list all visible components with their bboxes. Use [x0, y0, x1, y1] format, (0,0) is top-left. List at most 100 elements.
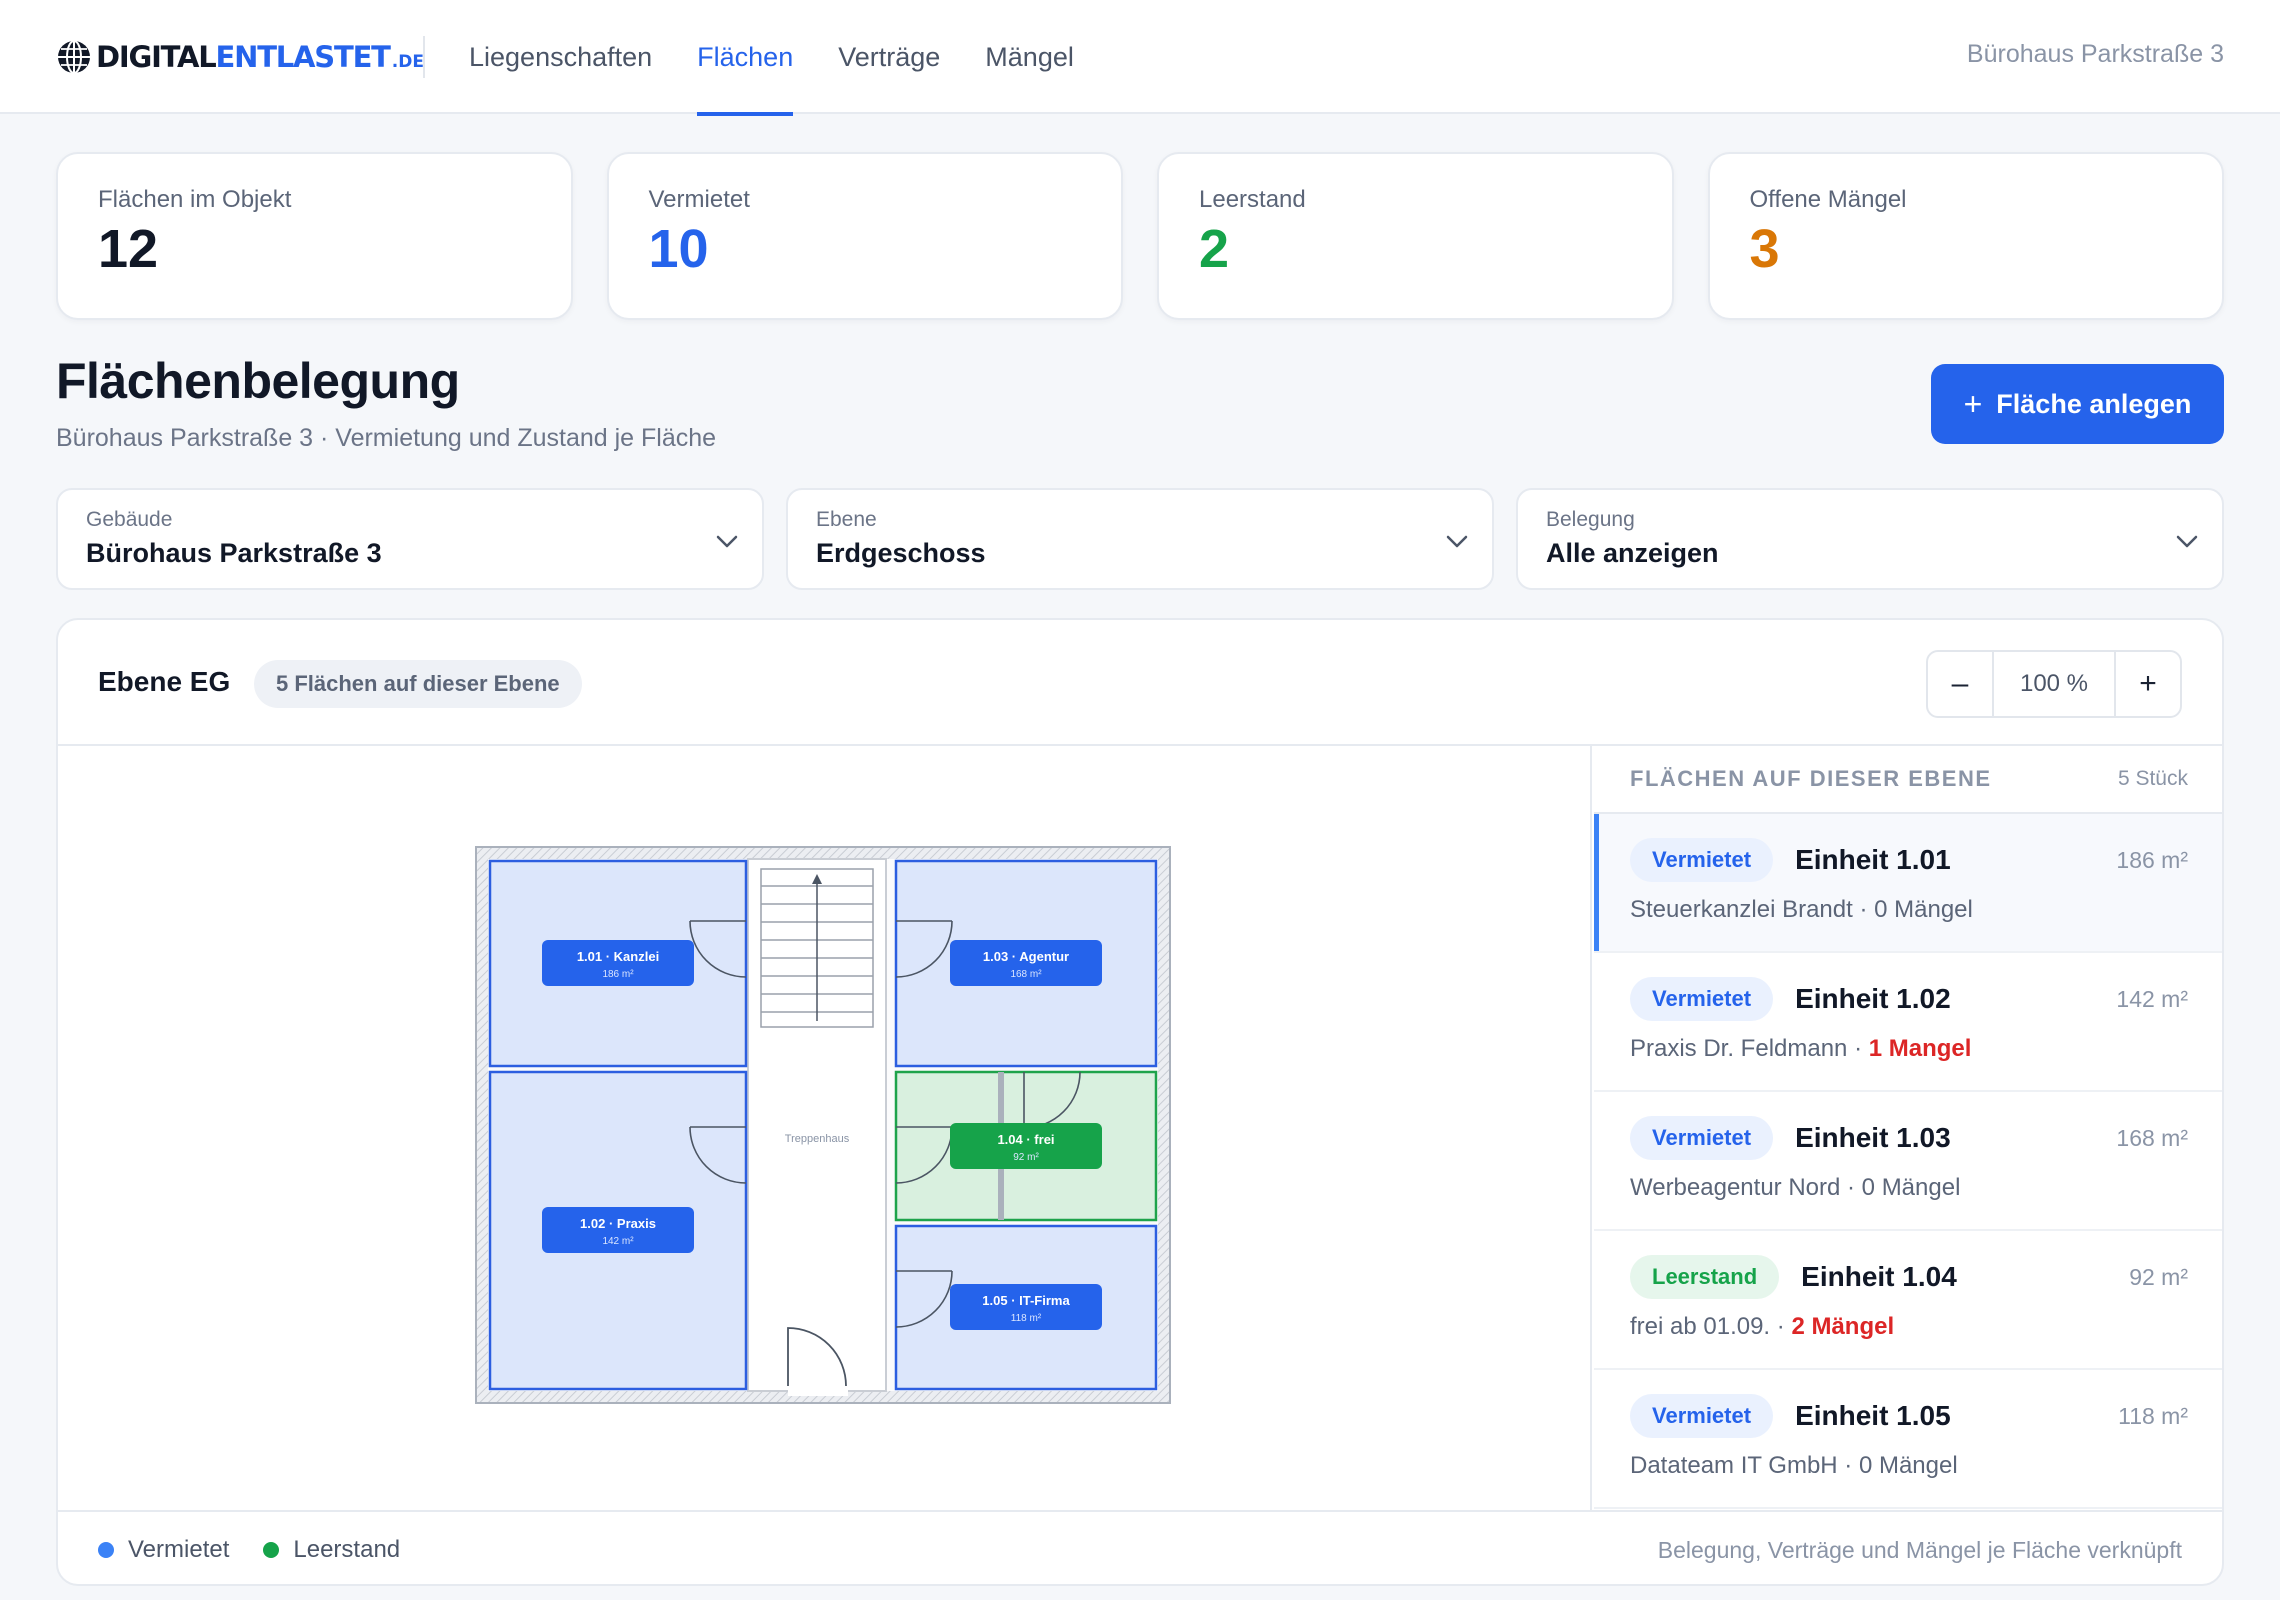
room-label-area: 142 m² — [602, 1236, 634, 1247]
zoom-control: – 100 % + — [1926, 650, 2182, 718]
unit-list-header: FLÄCHEN AUF DIESER EBENE 5 Stück — [1594, 746, 2222, 814]
unit-defects: 0 Mängel — [1858, 1452, 1958, 1479]
stat-value: 10 — [648, 219, 709, 279]
zoom-level: 100 % — [1992, 652, 2116, 716]
nav-divider — [423, 36, 425, 78]
stat-card[interactable]: Flächen im Objekt 12 — [56, 152, 573, 320]
legend-dot-icon — [263, 1542, 280, 1558]
room-label-text: 1.01 · Kanzlei — [577, 949, 659, 964]
zoom-out-button[interactable]: – — [1928, 652, 1992, 716]
filter-value: Bürohaus Parkstraße 3 — [86, 538, 382, 568]
status-badge: Vermietet — [1630, 977, 1774, 1021]
floorplan: Treppenhaus 1.01 · Kanzlei 186 m²1.02 · P… — [475, 846, 1171, 1404]
chevron-down-icon — [1446, 535, 1468, 548]
room-label[interactable]: 1.03 · Agentur 168 m² — [950, 940, 1102, 986]
stat-label: Vermietet — [648, 186, 750, 213]
nav-item-verträge[interactable]: Verträge — [838, 0, 940, 114]
add-area-button[interactable]: + Fläche anlegen — [1931, 364, 2224, 444]
globe-icon — [58, 40, 90, 74]
filter-select[interactable]: Ebene Erdgeschoss — [786, 488, 1494, 590]
main-nav: Liegenschaften Flächen Verträge Mängel — [469, 0, 1119, 116]
panel-footer: Vermietet Leerstand Belegung, Verträge un… — [58, 1510, 2222, 1584]
nav-item-flächen[interactable]: Flächen — [697, 0, 794, 116]
stat-card[interactable]: Offene Mängel 3 — [1707, 152, 2224, 320]
unit-area: 168 m² — [2116, 1124, 2188, 1151]
unit-tenant: Praxis Dr. Feldmann · — [1630, 1035, 1869, 1062]
stat-card[interactable]: Leerstand 2 — [1157, 152, 1674, 320]
unit-row: Vermietet Einheit 1.01 186 m² — [1630, 838, 2188, 882]
unit-details: Steuerkanzlei Brandt · 0 Mängel — [1630, 896, 2188, 924]
floorplan-area: Treppenhaus 1.01 · Kanzlei 186 m² 1.02 ·… — [58, 746, 1592, 1510]
level-title: Ebene EG — [98, 666, 231, 697]
unit-list-title: FLÄCHEN AUF DIESER EBENE — [1630, 766, 1992, 791]
room-label[interactable]: 1.05 · IT-Firma 118 m² — [950, 1284, 1102, 1330]
unit-defects: 1 Mangel — [1868, 1035, 1972, 1062]
unit-list-item[interactable]: Vermietet Einheit 1.02 142 m² Praxis Dr. Fe… — [1594, 953, 2222, 1092]
zoom-in-button[interactable]: + — [2116, 652, 2180, 716]
room-label[interactable]: 1.01 · Kanzlei 186 m² — [542, 940, 694, 986]
add-area-label: Fläche anlegen — [1996, 388, 2192, 419]
unit-name: Einheit 1.05 — [1795, 1400, 1951, 1431]
filter-label: Gebäude — [86, 508, 173, 531]
unit-list-item[interactable]: Vermietet Einheit 1.01 186 m² Steuerkanzlei… — [1594, 814, 2222, 953]
unit-tenant: Steuerkanzlei Brandt · — [1630, 896, 1875, 923]
unit-list-count: 5 Stück — [2117, 767, 2188, 790]
stat-label: Offene Mängel — [1749, 186, 1907, 213]
stat-label: Leerstand — [1199, 186, 1306, 213]
unit-name: Einheit 1.04 — [1801, 1261, 1957, 1292]
status-badge: Vermietet — [1630, 1116, 1774, 1160]
chevron-down-icon — [2176, 535, 2198, 548]
filter-select[interactable]: Belegung Alle anzeigen — [1516, 488, 2224, 590]
unit-list: FLÄCHEN AUF DIESER EBENE 5 Stück Vermiet… — [1594, 746, 2222, 1510]
plus-icon: + — [1963, 386, 1983, 422]
floor-panel: Ebene EG 5 Flächen auf dieser Ebene – 10… — [56, 618, 2224, 1586]
unit-details: Werbeagentur Nord · 0 Mängel — [1630, 1174, 2188, 1202]
stat-card[interactable]: Vermietet 10 — [606, 152, 1123, 320]
room-label-text: 1.02 · Praxis — [580, 1216, 656, 1231]
unit-tenant: Datateam IT GmbH · — [1630, 1452, 1859, 1479]
unit-name: Einheit 1.03 — [1795, 1122, 1951, 1153]
unit-tenant: Werbeagentur Nord · — [1630, 1174, 1862, 1201]
unit-details: Datateam IT GmbH · 0 Mängel — [1630, 1452, 2188, 1480]
stat-value: 12 — [98, 219, 159, 279]
room-label-text: 1.04 · frei — [997, 1132, 1054, 1147]
unit-details: frei ab 01.09. · 2 Mängel — [1630, 1313, 2188, 1341]
nav-item-liegenschaften[interactable]: Liegenschaften — [469, 0, 652, 114]
status-badge: Leerstand — [1630, 1255, 1780, 1299]
current-property[interactable]: Bürohaus Parkstraße 3 — [1967, 40, 2224, 69]
room-label[interactable]: 1.04 · frei 92 m² — [950, 1123, 1102, 1169]
unit-defects: 2 Mängel — [1791, 1313, 1895, 1340]
nav-item-mängel[interactable]: Mängel — [985, 0, 1074, 114]
entrance-opening — [788, 1386, 848, 1396]
status-badge: Vermietet — [1630, 1394, 1774, 1438]
unit-tenant: frei ab 01.09. · — [1630, 1313, 1792, 1340]
panel-header: Ebene EG 5 Flächen auf dieser Ebene – 10… — [58, 620, 2222, 746]
room-label-text: 1.03 · Agentur — [983, 949, 1069, 964]
unit-name: Einheit 1.01 — [1795, 844, 1951, 875]
top-navigation-bar: DIGITAL ENTLASTET .DE Liegenschaften Fläc… — [0, 0, 2280, 116]
unit-list-item[interactable]: Vermietet Einheit 1.05 118 m² Datateam IT G… — [1594, 1370, 2222, 1509]
stat-value: 3 — [1749, 219, 1780, 279]
legend-label: Leerstand — [293, 1536, 401, 1563]
filter-select[interactable]: Gebäude Bürohaus Parkstraße 3 — [56, 488, 764, 590]
unit-name: Einheit 1.02 — [1795, 983, 1951, 1014]
unit-area: 92 m² — [2129, 1263, 2188, 1290]
brand-wordmark: DIGITAL ENTLASTET .DE — [96, 40, 424, 74]
page-heading: Flächenbelegung Bürohaus Parkstraße 3 · … — [56, 352, 716, 453]
chevron-down-icon — [716, 535, 738, 548]
page-subtitle: Bürohaus Parkstraße 3 · Vermietung und Z… — [56, 424, 717, 452]
unit-defects: 0 Mängel — [1861, 1174, 1961, 1201]
room-label-area: 186 m² — [602, 969, 634, 980]
brand-logo[interactable]: DIGITAL ENTLASTET .DE — [56, 38, 424, 76]
brand-tld: .DE — [391, 52, 424, 72]
unit-details: Praxis Dr. Feldmann · 1 Mangel — [1630, 1035, 2188, 1063]
room-label[interactable]: 1.02 · Praxis 142 m² — [542, 1207, 694, 1253]
unit-list-item[interactable]: Vermietet Einheit 1.03 168 m² Werbeagentur … — [1594, 1092, 2222, 1231]
stairwell-label: Treppenhaus — [785, 1133, 850, 1145]
room-label-area: 92 m² — [1013, 1152, 1039, 1163]
page-title: Flächenbelegung — [56, 353, 460, 409]
unit-row: Vermietet Einheit 1.03 168 m² — [1630, 1116, 2188, 1160]
room-label-text: 1.05 · IT-Firma — [982, 1293, 1070, 1308]
unit-list-item[interactable]: Leerstand Einheit 1.04 92 m² frei ab 01.09.… — [1594, 1231, 2222, 1370]
unit-row: Vermietet Einheit 1.02 142 m² — [1630, 977, 2188, 1021]
